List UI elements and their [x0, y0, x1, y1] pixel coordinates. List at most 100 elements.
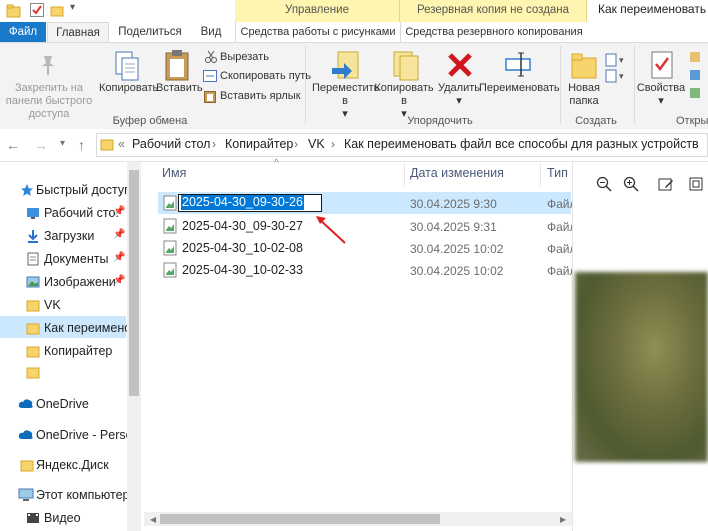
- pin-icon[interactable]: 📌: [113, 206, 125, 217]
- file-name[interactable]: 2025-04-30_10-02-33: [182, 263, 303, 277]
- edit-image-icon[interactable]: [658, 176, 674, 195]
- new-folder-icon: [570, 50, 598, 83]
- window-title: Как переименовать: [598, 2, 707, 16]
- folder-icon[interactable]: [50, 3, 64, 17]
- yandex-disk-icon: [20, 458, 34, 475]
- file-name[interactable]: 2025-04-30_09-30-27: [182, 219, 303, 233]
- crop-icon[interactable]: [688, 176, 704, 195]
- nav-onedrive[interactable]: OneDrive: [36, 397, 89, 411]
- delete-button[interactable]: Удалить ▾: [436, 82, 482, 108]
- scroll-right-icon[interactable]: ▶: [560, 515, 566, 524]
- nav-documents[interactable]: Документы: [44, 252, 108, 266]
- image-file-icon: [163, 195, 177, 214]
- scissors-icon: [205, 50, 217, 67]
- tab-picture-tools[interactable]: Средства работы с рисунками: [235, 22, 400, 42]
- chevron-right-icon[interactable]: ›: [294, 137, 298, 151]
- cloud-icon: [18, 428, 34, 443]
- file-name[interactable]: 2025-04-30_10-02-08: [182, 241, 303, 255]
- ribbon-separator: [560, 46, 561, 124]
- chevron-right-icon[interactable]: ›: [331, 137, 335, 151]
- documents-icon: [26, 252, 40, 269]
- scroll-left-icon[interactable]: ◀: [150, 515, 156, 524]
- pin-icon[interactable]: 📌: [113, 252, 125, 263]
- paste-icon: [164, 48, 190, 85]
- image-file-icon: [163, 218, 177, 237]
- paste-shortcut-button[interactable]: Вставить ярлык: [220, 90, 301, 103]
- group-create: Создать: [575, 115, 617, 127]
- breadcrumb-item-copywriter[interactable]: Копирайтер: [225, 137, 293, 151]
- tab-backup-tools[interactable]: Средства резервного копирования: [400, 22, 587, 42]
- column-separator[interactable]: [540, 164, 541, 186]
- video-icon: [26, 511, 40, 528]
- open-group-icons[interactable]: [688, 50, 708, 110]
- group-clipboard: Буфер обмена: [112, 115, 188, 127]
- nav-this-pc[interactable]: Этот компьютер: [36, 488, 129, 502]
- h-scrollbar-thumb[interactable]: [160, 514, 440, 524]
- nav-desktop[interactable]: Рабочий сто.: [44, 206, 119, 220]
- svg-text:▾: ▾: [619, 71, 624, 81]
- move-to-button[interactable]: Переместить в ▾: [312, 82, 379, 121]
- file-date: 30.04.2025 9:31: [410, 220, 497, 234]
- cut-button[interactable]: Вырезать: [220, 51, 269, 64]
- new-item-icon[interactable]: ▾ ▾: [604, 52, 628, 89]
- new-folder-button[interactable]: Новая папка: [562, 82, 606, 108]
- chevron-right-icon[interactable]: ›: [212, 137, 216, 151]
- nav-scrollbar-thumb[interactable]: [129, 170, 139, 396]
- nav-quick-access[interactable]: Быстрый доступ: [36, 183, 131, 197]
- sort-ascending-icon: ^: [274, 158, 279, 169]
- column-header-date[interactable]: Дата изменения: [410, 166, 504, 180]
- column-header-name[interactable]: Имя: [162, 166, 186, 180]
- pin-icon[interactable]: 📌: [113, 275, 125, 286]
- tab-share[interactable]: Поделиться: [112, 22, 188, 42]
- nav-onedrive-personal[interactable]: OneDrive - Person: [36, 428, 140, 442]
- tab-view[interactable]: Вид: [194, 22, 228, 42]
- paste-button[interactable]: Вставить: [156, 82, 203, 95]
- file-date: 30.04.2025 10:02: [410, 242, 504, 256]
- nav-images[interactable]: Изображени: [44, 275, 116, 289]
- properties-button[interactable]: Свойства ▾: [636, 82, 686, 108]
- check-icon[interactable]: [30, 3, 44, 17]
- zoom-in-icon[interactable]: [623, 176, 639, 195]
- paste-shortcut-icon: [204, 89, 216, 106]
- rename-icon: [504, 50, 532, 81]
- nav-copywriter[interactable]: Копирайтер: [44, 344, 112, 358]
- rename-button[interactable]: Переименовать: [479, 82, 560, 95]
- nav-yandex-disk[interactable]: Яндекс.Диск: [36, 458, 109, 472]
- pin-icon: [38, 54, 58, 79]
- breadcrumb-item-current[interactable]: Как переименовать файл все способы для р…: [344, 137, 699, 151]
- back-arrow-icon[interactable]: ←: [6, 137, 20, 153]
- copy-path-button[interactable]: Скопировать путь: [220, 70, 311, 83]
- breadcrumb-overflow[interactable]: «: [118, 137, 125, 151]
- column-separator[interactable]: [404, 164, 405, 186]
- move-to-icon: [330, 50, 362, 85]
- svg-text:▾: ▾: [619, 55, 624, 65]
- desktop-icon: [26, 206, 40, 223]
- nav-vk[interactable]: VK: [44, 298, 61, 312]
- properties-icon: [650, 50, 674, 83]
- column-header-type[interactable]: Тип: [547, 166, 568, 180]
- context-header-manage: Управление: [235, 0, 400, 22]
- window-app-icon[interactable]: [6, 3, 22, 19]
- nav-downloads[interactable]: Загрузки: [44, 229, 94, 243]
- group-open: Откры: [676, 115, 708, 127]
- images-icon: [26, 275, 40, 292]
- breadcrumb-item-desktop[interactable]: Рабочий стол: [132, 137, 210, 151]
- tab-home[interactable]: Главная: [47, 22, 109, 43]
- folder-icon[interactable]: [26, 365, 40, 382]
- folder-icon: [100, 137, 114, 154]
- ribbon-separator: [305, 46, 306, 124]
- breadcrumb-item-vk[interactable]: VK: [308, 137, 325, 151]
- zoom-out-icon[interactable]: [596, 176, 612, 195]
- nav-current-folder[interactable]: Как переимено: [44, 321, 131, 335]
- forward-arrow-icon[interactable]: →: [34, 137, 48, 153]
- tab-file[interactable]: Файл: [0, 22, 46, 42]
- file-date: 30.04.2025 9:30: [410, 197, 497, 211]
- copy-button[interactable]: Копировать: [99, 82, 158, 95]
- recent-dropdown-icon[interactable]: ▾: [60, 138, 65, 149]
- nav-video[interactable]: Видео: [44, 511, 81, 525]
- annotation-arrow: [316, 216, 346, 244]
- up-arrow-icon[interactable]: ↑: [78, 137, 85, 153]
- delete-icon: [447, 52, 473, 81]
- pin-icon[interactable]: 📌: [113, 229, 125, 240]
- qat-dropdown-icon[interactable]: ▾: [70, 2, 75, 13]
